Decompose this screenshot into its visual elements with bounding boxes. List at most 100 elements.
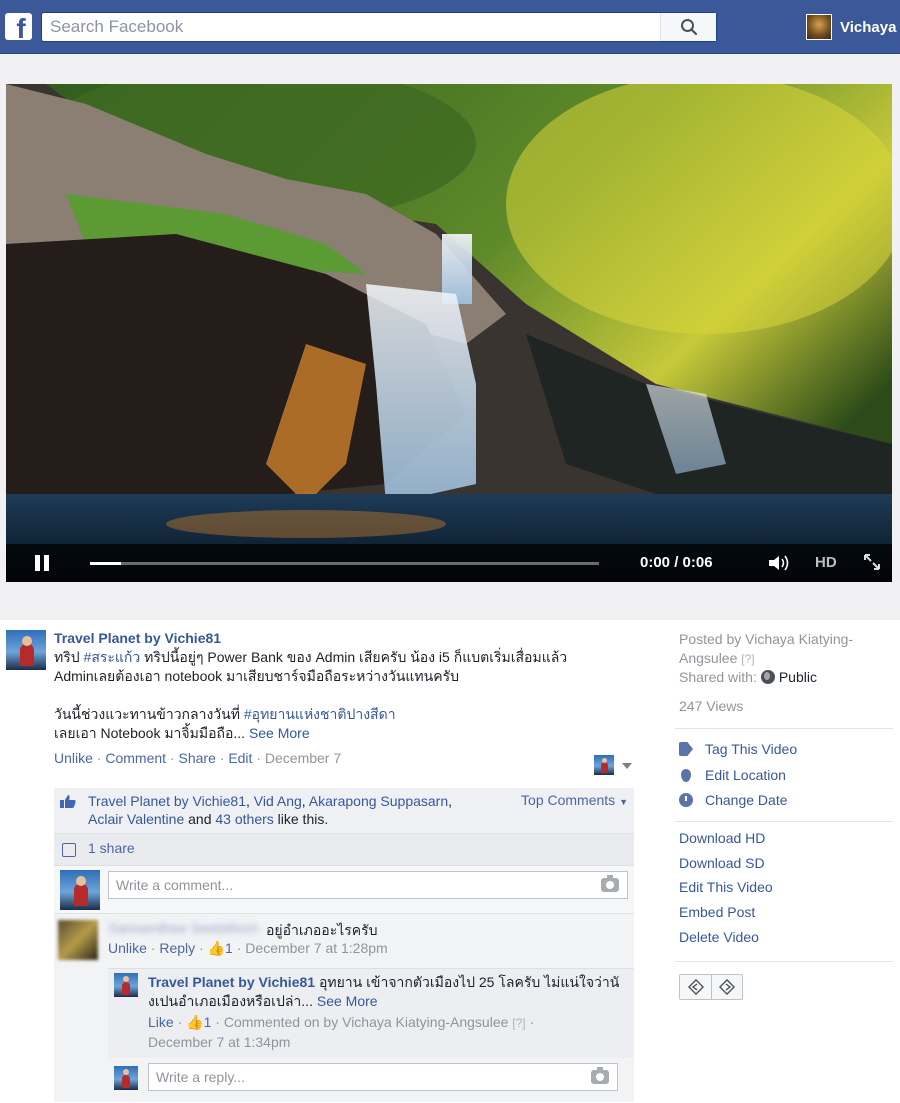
search-icon xyxy=(680,19,697,36)
see-more-link[interactable]: See More xyxy=(317,993,378,1009)
see-more-link[interactable]: See More xyxy=(249,725,310,741)
like-count: 1 xyxy=(203,1014,212,1030)
rotate-right-icon[interactable] xyxy=(711,975,742,999)
delete-video-link[interactable]: Delete Video xyxy=(679,929,759,945)
share-link[interactable]: Share xyxy=(179,750,216,766)
post-text-line1-prefix: ทริป xyxy=(54,649,84,665)
change-date-link[interactable]: Change Date xyxy=(679,792,788,808)
chevron-down-icon[interactable] xyxy=(622,763,632,769)
thumbs-up-icon xyxy=(60,794,76,808)
post-actions: Unlike · Comment · Share · Edit · Decemb… xyxy=(54,750,341,766)
edit-video-link[interactable]: Edit This Video xyxy=(679,879,773,895)
liker-link[interactable]: Travel Planet by Vichie81 xyxy=(88,793,246,809)
feedback-section: Travel Planet by Vichie81, Vid Ang, Akar… xyxy=(54,788,634,1102)
reply-composer xyxy=(54,1058,634,1102)
commenter-name-blurred: Samsenthee Seetsthorn xyxy=(108,920,259,936)
post-text-line1-rest: ทริปนี้อยู่ๆ Power Bank ของ Admin เสียคร… xyxy=(140,649,568,665)
liker-link[interactable]: Akarapong Suppasarn xyxy=(309,793,448,809)
location-pin-icon xyxy=(681,768,691,782)
separator-dot: · xyxy=(92,750,106,766)
comment-composer xyxy=(54,866,634,914)
speaker-icon[interactable] xyxy=(768,554,792,577)
like-link[interactable]: Like xyxy=(148,1014,174,1030)
divider xyxy=(675,728,893,729)
post-date[interactable]: December 7 xyxy=(265,750,341,766)
post-text-line2: Adminเลยต้องเอา notebook มาเสียบชาร์จมือ… xyxy=(54,668,459,684)
reply-field xyxy=(148,1063,618,1091)
progress-bar[interactable] xyxy=(90,562,599,565)
shares-row[interactable]: 1 share xyxy=(54,834,634,866)
audience-selector[interactable] xyxy=(594,755,614,775)
author-avatar[interactable] xyxy=(6,630,46,670)
camera-icon[interactable] xyxy=(601,875,619,892)
globe-icon xyxy=(760,670,775,684)
tag-video-link[interactable]: Tag This Video xyxy=(679,741,797,757)
post-text: ทริป #สระแก้ว ทริปนี้อยู่ๆ Power Bank ขอ… xyxy=(54,648,614,743)
reply-input[interactable] xyxy=(149,1064,579,1090)
reply-author-avatar[interactable] xyxy=(114,973,138,997)
clock-icon xyxy=(679,793,693,807)
liker-link[interactable]: Aclair Valentine xyxy=(88,811,184,827)
reply-link[interactable]: Reply xyxy=(159,940,195,956)
rotate-left-icon[interactable] xyxy=(680,975,711,999)
camera-icon[interactable] xyxy=(591,1067,609,1084)
video-player[interactable]: 0:00 / 0:06 HD xyxy=(6,84,892,582)
download-sd-link[interactable]: Download SD xyxy=(679,855,765,871)
thumbs-up-icon: 👍 xyxy=(186,1014,204,1030)
share-count[interactable]: 1 share xyxy=(88,840,135,856)
others-link[interactable]: 43 others xyxy=(215,811,273,827)
commenter-avatar-blurred xyxy=(58,920,98,960)
edit-link[interactable]: Edit xyxy=(228,750,252,766)
progress-fill xyxy=(90,562,121,565)
divider xyxy=(675,961,893,962)
embed-post-link[interactable]: Embed Post xyxy=(679,904,755,920)
audience-label: Public xyxy=(778,669,817,685)
likes-summary: Travel Planet by Vichie81, Vid Ang, Akar… xyxy=(88,793,453,827)
reply-like-count[interactable]: 👍1 xyxy=(186,1014,211,1030)
help-link[interactable]: [?] xyxy=(512,1016,525,1030)
liker-link[interactable]: Vid Ang xyxy=(254,793,302,809)
top-comments-dropdown[interactable]: Top Comments ▼ xyxy=(521,792,628,808)
download-hd-link[interactable]: Download HD xyxy=(679,830,765,846)
comment-like-count[interactable]: 👍1 xyxy=(208,940,233,956)
comment-date[interactable]: December 7 at 1:28pm xyxy=(245,940,387,956)
reply-date[interactable]: December 7 at 1:34pm xyxy=(148,1034,290,1050)
unlike-link[interactable]: Unlike xyxy=(108,940,147,956)
video-controls: 0:00 / 0:06 HD xyxy=(6,544,892,582)
expand-icon[interactable] xyxy=(863,553,881,576)
post-text-line3-prefix: วันนี้ช่วงแวะทานข้าวกลางวันที่ xyxy=(54,706,244,722)
commented-on-text: Commented on by Vichaya Kiatying-Angsule… xyxy=(223,1014,509,1030)
edit-location-link[interactable]: Edit Location xyxy=(679,767,786,783)
user-name: Vichaya xyxy=(840,18,897,36)
tag-icon xyxy=(679,742,693,756)
help-link[interactable]: [?] xyxy=(741,652,754,666)
shared-with: Shared with: Public xyxy=(679,668,817,687)
posted-by-text: Posted by Vichaya Kiatying-Angsulee xyxy=(679,631,854,666)
time-display: 0:00 / 0:06 xyxy=(640,554,713,571)
search-input[interactable] xyxy=(42,13,658,41)
comment-link[interactable]: Comment xyxy=(105,750,166,766)
pause-button[interactable] xyxy=(34,555,50,571)
hashtag-link[interactable]: #สระแก้ว xyxy=(84,649,141,665)
reply-author[interactable]: Travel Planet by Vichie81 xyxy=(148,974,315,990)
hd-toggle[interactable]: HD xyxy=(815,554,837,571)
hashtag-link[interactable]: #อุทยานแห่งชาติปางสีดา xyxy=(244,706,396,722)
unlike-link[interactable]: Unlike xyxy=(54,750,93,766)
reply-text: Travel Planet by Vichie81 อุทยาน เข้าจาก… xyxy=(148,973,628,1011)
reply: Travel Planet by Vichie81 อุทยาน เข้าจาก… xyxy=(54,964,634,1058)
separator-dot: · xyxy=(166,750,179,766)
video-frame xyxy=(6,84,892,582)
likes-row: Travel Planet by Vichie81, Vid Ang, Akar… xyxy=(54,788,634,834)
separator-dot: · xyxy=(215,750,229,766)
post-author[interactable]: Travel Planet by Vichie81 xyxy=(54,630,221,646)
profile-link[interactable]: Vichaya xyxy=(806,13,896,41)
search-button[interactable] xyxy=(660,13,716,41)
video-area: 0:00 / 0:06 HD xyxy=(0,54,900,620)
facebook-logo-icon[interactable]: f xyxy=(5,13,32,40)
top-comments-label: Top Comments xyxy=(521,792,616,808)
user-avatar xyxy=(806,14,832,40)
tag-video-label: Tag This Video xyxy=(705,741,798,757)
post-text-line4: เลยเอา Notebook มาจิ้มมือถือ... xyxy=(54,725,249,741)
comment-input[interactable] xyxy=(109,872,589,898)
search-box xyxy=(41,12,717,42)
